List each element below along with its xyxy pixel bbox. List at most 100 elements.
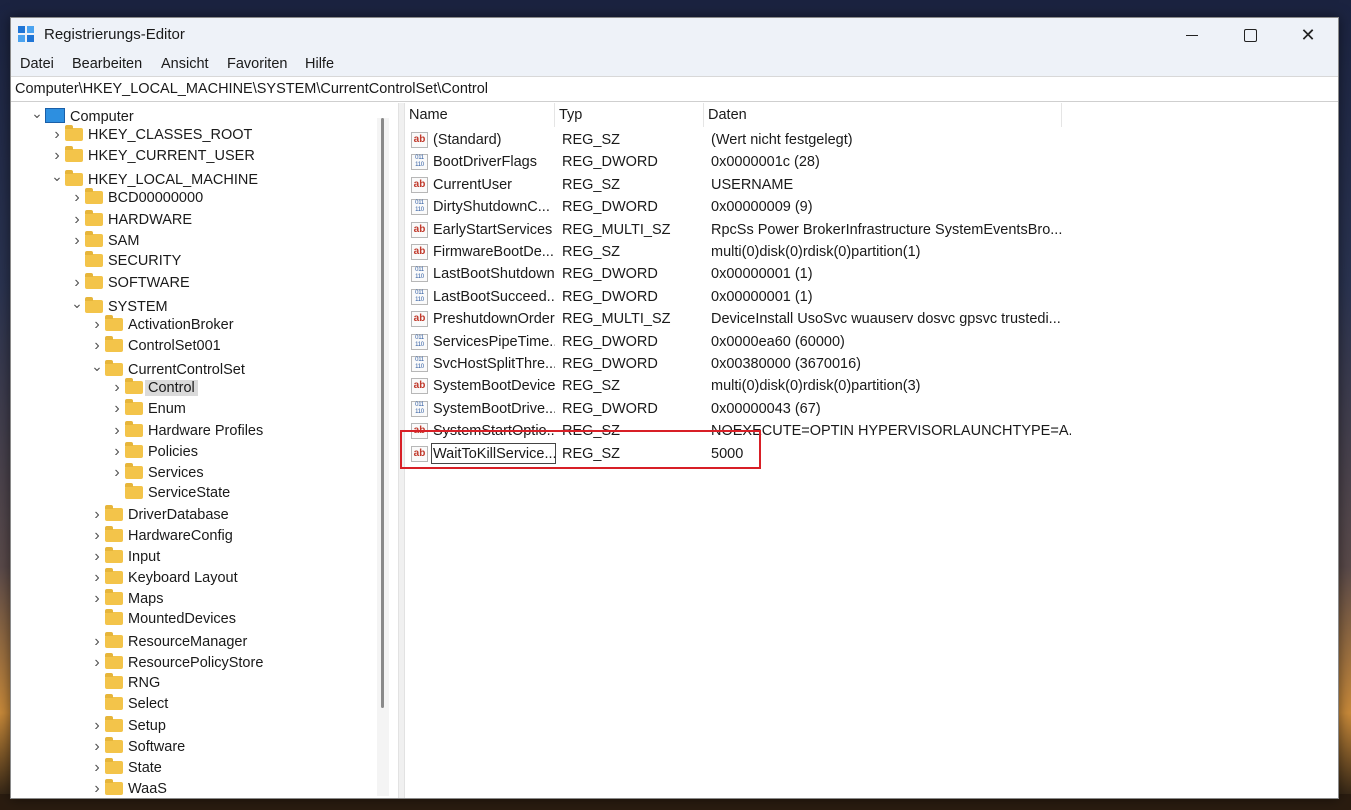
chevron-right-icon[interactable]: ›: [109, 441, 125, 462]
tree-item[interactable]: ⌄ Computer: [29, 103, 134, 125]
tree-item[interactable]: › SAM: [69, 230, 139, 251]
menu-datei[interactable]: Datei: [20, 56, 54, 72]
tree-scrollbar[interactable]: [377, 118, 389, 796]
chevron-right-icon[interactable]: ›: [69, 230, 85, 251]
value-row[interactable]: ab SystemBootDevice REG_SZ multi(0)disk(0)r…: [405, 375, 1085, 397]
column-header-name[interactable]: Name: [405, 103, 555, 127]
tree-item[interactable]: › State: [89, 757, 162, 778]
chevron-right-icon[interactable]: ›: [109, 377, 125, 398]
value-row[interactable]: 011 110 LastBootSucceed... REG_DWORD 0x00000…: [405, 286, 1085, 308]
value-row[interactable]: 011 110 SystemBootDrive... REG_DWORD 0x00000…: [405, 398, 1085, 420]
menu-ansicht[interactable]: Ansicht: [161, 56, 209, 72]
tree-item[interactable]: › HKEY_CLASSES_ROOT: [49, 124, 252, 145]
tree-item[interactable]: › Hardware Profiles: [109, 420, 263, 441]
chevron-down-icon[interactable]: ⌄: [29, 103, 45, 124]
value-row[interactable]: 011 110 ServicesPipeTime... REG_DWORD 0x0000…: [405, 331, 1085, 353]
chevron-right-icon[interactable]: ›: [109, 462, 125, 483]
chevron-right-icon[interactable]: ›: [89, 335, 105, 356]
menu-favoriten[interactable]: Favoriten: [227, 56, 287, 72]
tree-item[interactable]: › ControlSet001: [89, 335, 221, 356]
tree-item[interactable]: ⌄ CurrentControlSet: [89, 356, 245, 379]
menu-hilfe[interactable]: Hilfe: [305, 56, 334, 72]
tree-item[interactable]: ServiceState: [109, 482, 230, 504]
chevron-right-icon[interactable]: ›: [49, 145, 65, 166]
chevron-right-icon[interactable]: ›: [89, 546, 105, 567]
chevron-down-icon[interactable]: ⌄: [69, 293, 85, 314]
tree-item[interactable]: › BCD00000000: [69, 187, 203, 208]
tree-scrollbar-thumb[interactable]: [381, 118, 384, 708]
value-data: RpcSs Power BrokerInfrastructure SystemE…: [711, 221, 1063, 238]
value-row[interactable]: 011 110 DirtyShutdownC... REG_DWORD 0x000000…: [405, 196, 1085, 218]
tree-item[interactable]: ⌄ SYSTEM: [69, 293, 168, 315]
address-path[interactable]: Computer\HKEY_LOCAL_MACHINE\SYSTEM\Curre…: [15, 81, 488, 97]
column-header-data[interactable]: Daten: [704, 103, 1062, 127]
tree-item[interactable]: RNG: [89, 672, 160, 694]
chevron-right-icon[interactable]: ›: [89, 567, 105, 588]
tree-item[interactable]: › SOFTWARE: [69, 272, 190, 293]
tree-item[interactable]: SECURITY: [69, 250, 181, 272]
tree-item[interactable]: ⌄ HKEY_LOCAL_MACHINE: [49, 166, 258, 188]
chevron-right-icon[interactable]: ›: [69, 209, 85, 230]
value-row[interactable]: ab CurrentUser REG_SZ USERNAME: [405, 174, 1085, 196]
string-value-icon: ab: [411, 176, 428, 193]
tree-item[interactable]: MountedDevices: [89, 609, 236, 630]
minimize-button[interactable]: [1163, 18, 1221, 52]
tree-item[interactable]: › WaaS: [89, 778, 167, 798]
value-row[interactable]: ab (Standard) REG_SZ (Wert nicht festgelegt…: [405, 129, 1085, 151]
title-bar[interactable]: Registrierungs-Editor ✕: [11, 18, 1338, 52]
value-name: LastBootShutdown: [433, 266, 555, 283]
chevron-right-icon[interactable]: ›: [69, 187, 85, 208]
chevron-right-icon[interactable]: ›: [89, 314, 105, 335]
close-button[interactable]: ✕: [1279, 18, 1337, 52]
chevron-right-icon[interactable]: ›: [89, 736, 105, 757]
tree-item[interactable]: › Policies: [109, 441, 198, 462]
tree-item[interactable]: › Software: [89, 736, 185, 757]
value-data: multi(0)disk(0)rdisk(0)partition(3): [711, 378, 921, 395]
value-row[interactable]: ab PreshutdownOrder REG_MULTI_SZ DeviceInst…: [405, 308, 1085, 330]
tree-item[interactable]: › Services: [109, 462, 204, 483]
chevron-right-icon[interactable]: ›: [89, 588, 105, 609]
chevron-right-icon[interactable]: ›: [89, 652, 105, 673]
column-header-type[interactable]: Typ: [555, 103, 704, 127]
value-row[interactable]: ab WaitToKillService... REG_SZ 5000: [405, 442, 1085, 465]
value-row[interactable]: ab FirmwareBootDe... REG_SZ multi(0)disk(0)…: [405, 241, 1085, 263]
tree-item[interactable]: › Keyboard Layout: [89, 567, 238, 588]
maximize-button[interactable]: [1221, 18, 1279, 52]
chevron-right-icon[interactable]: ›: [89, 757, 105, 778]
tree-item[interactable]: › HKEY_CURRENT_USER: [49, 145, 255, 166]
pane-splitter[interactable]: [398, 103, 405, 798]
chevron-right-icon[interactable]: ›: [109, 398, 125, 419]
tree-item[interactable]: › ResourceManager: [89, 631, 247, 652]
chevron-right-icon[interactable]: ›: [89, 631, 105, 652]
value-row[interactable]: 011 110 BootDriverFlags REG_DWORD 0x0000001c…: [405, 151, 1085, 173]
tree-item[interactable]: › ResourcePolicyStore: [89, 652, 263, 673]
value-row[interactable]: 011 110 SvcHostSplitThre... REG_DWORD 0x0038…: [405, 353, 1085, 375]
tree-item-label: Keyboard Layout: [128, 570, 238, 587]
tree-item[interactable]: › Maps: [89, 588, 163, 609]
chevron-right-icon[interactable]: ›: [69, 272, 85, 293]
chevron-right-icon[interactable]: ›: [89, 715, 105, 736]
value-row[interactable]: 011 110 LastBootShutdown REG_DWORD 0x0000000…: [405, 263, 1085, 285]
chevron-right-icon[interactable]: ›: [109, 420, 125, 441]
chevron-down-icon[interactable]: ⌄: [89, 356, 105, 377]
tree-item[interactable]: › Input: [89, 546, 160, 567]
tree-item[interactable]: › Setup: [89, 715, 166, 736]
chevron-right-icon[interactable]: ›: [89, 778, 105, 798]
tree-item[interactable]: › ActivationBroker: [89, 314, 234, 335]
tree-item[interactable]: › Control: [109, 377, 198, 398]
tree-item[interactable]: › Enum: [109, 398, 186, 419]
menu-bearbeiten[interactable]: Bearbeiten: [72, 56, 142, 72]
tree-item-label: CurrentControlSet: [128, 362, 245, 379]
value-row[interactable]: ab EarlyStartServices REG_MULTI_SZ RpcSs Po…: [405, 219, 1085, 241]
tree-item[interactable]: › DriverDatabase: [89, 504, 229, 525]
tree-item-label: HARDWARE: [108, 211, 193, 228]
value-row[interactable]: ab SystemStartOptio... REG_SZ NOEXECUTE=OPT…: [405, 420, 1085, 442]
chevron-right-icon[interactable]: ›: [49, 124, 65, 145]
chevron-right-icon[interactable]: ›: [89, 504, 105, 525]
tree-item[interactable]: › HardwareConfig: [89, 525, 233, 546]
tree-item[interactable]: Select: [89, 693, 168, 715]
chevron-right-icon[interactable]: ›: [89, 525, 105, 546]
tree-item[interactable]: › HARDWARE: [69, 209, 192, 230]
chevron-down-icon[interactable]: ⌄: [49, 166, 65, 187]
address-bar[interactable]: Computer\HKEY_LOCAL_MACHINE\SYSTEM\Curre…: [11, 76, 1338, 102]
